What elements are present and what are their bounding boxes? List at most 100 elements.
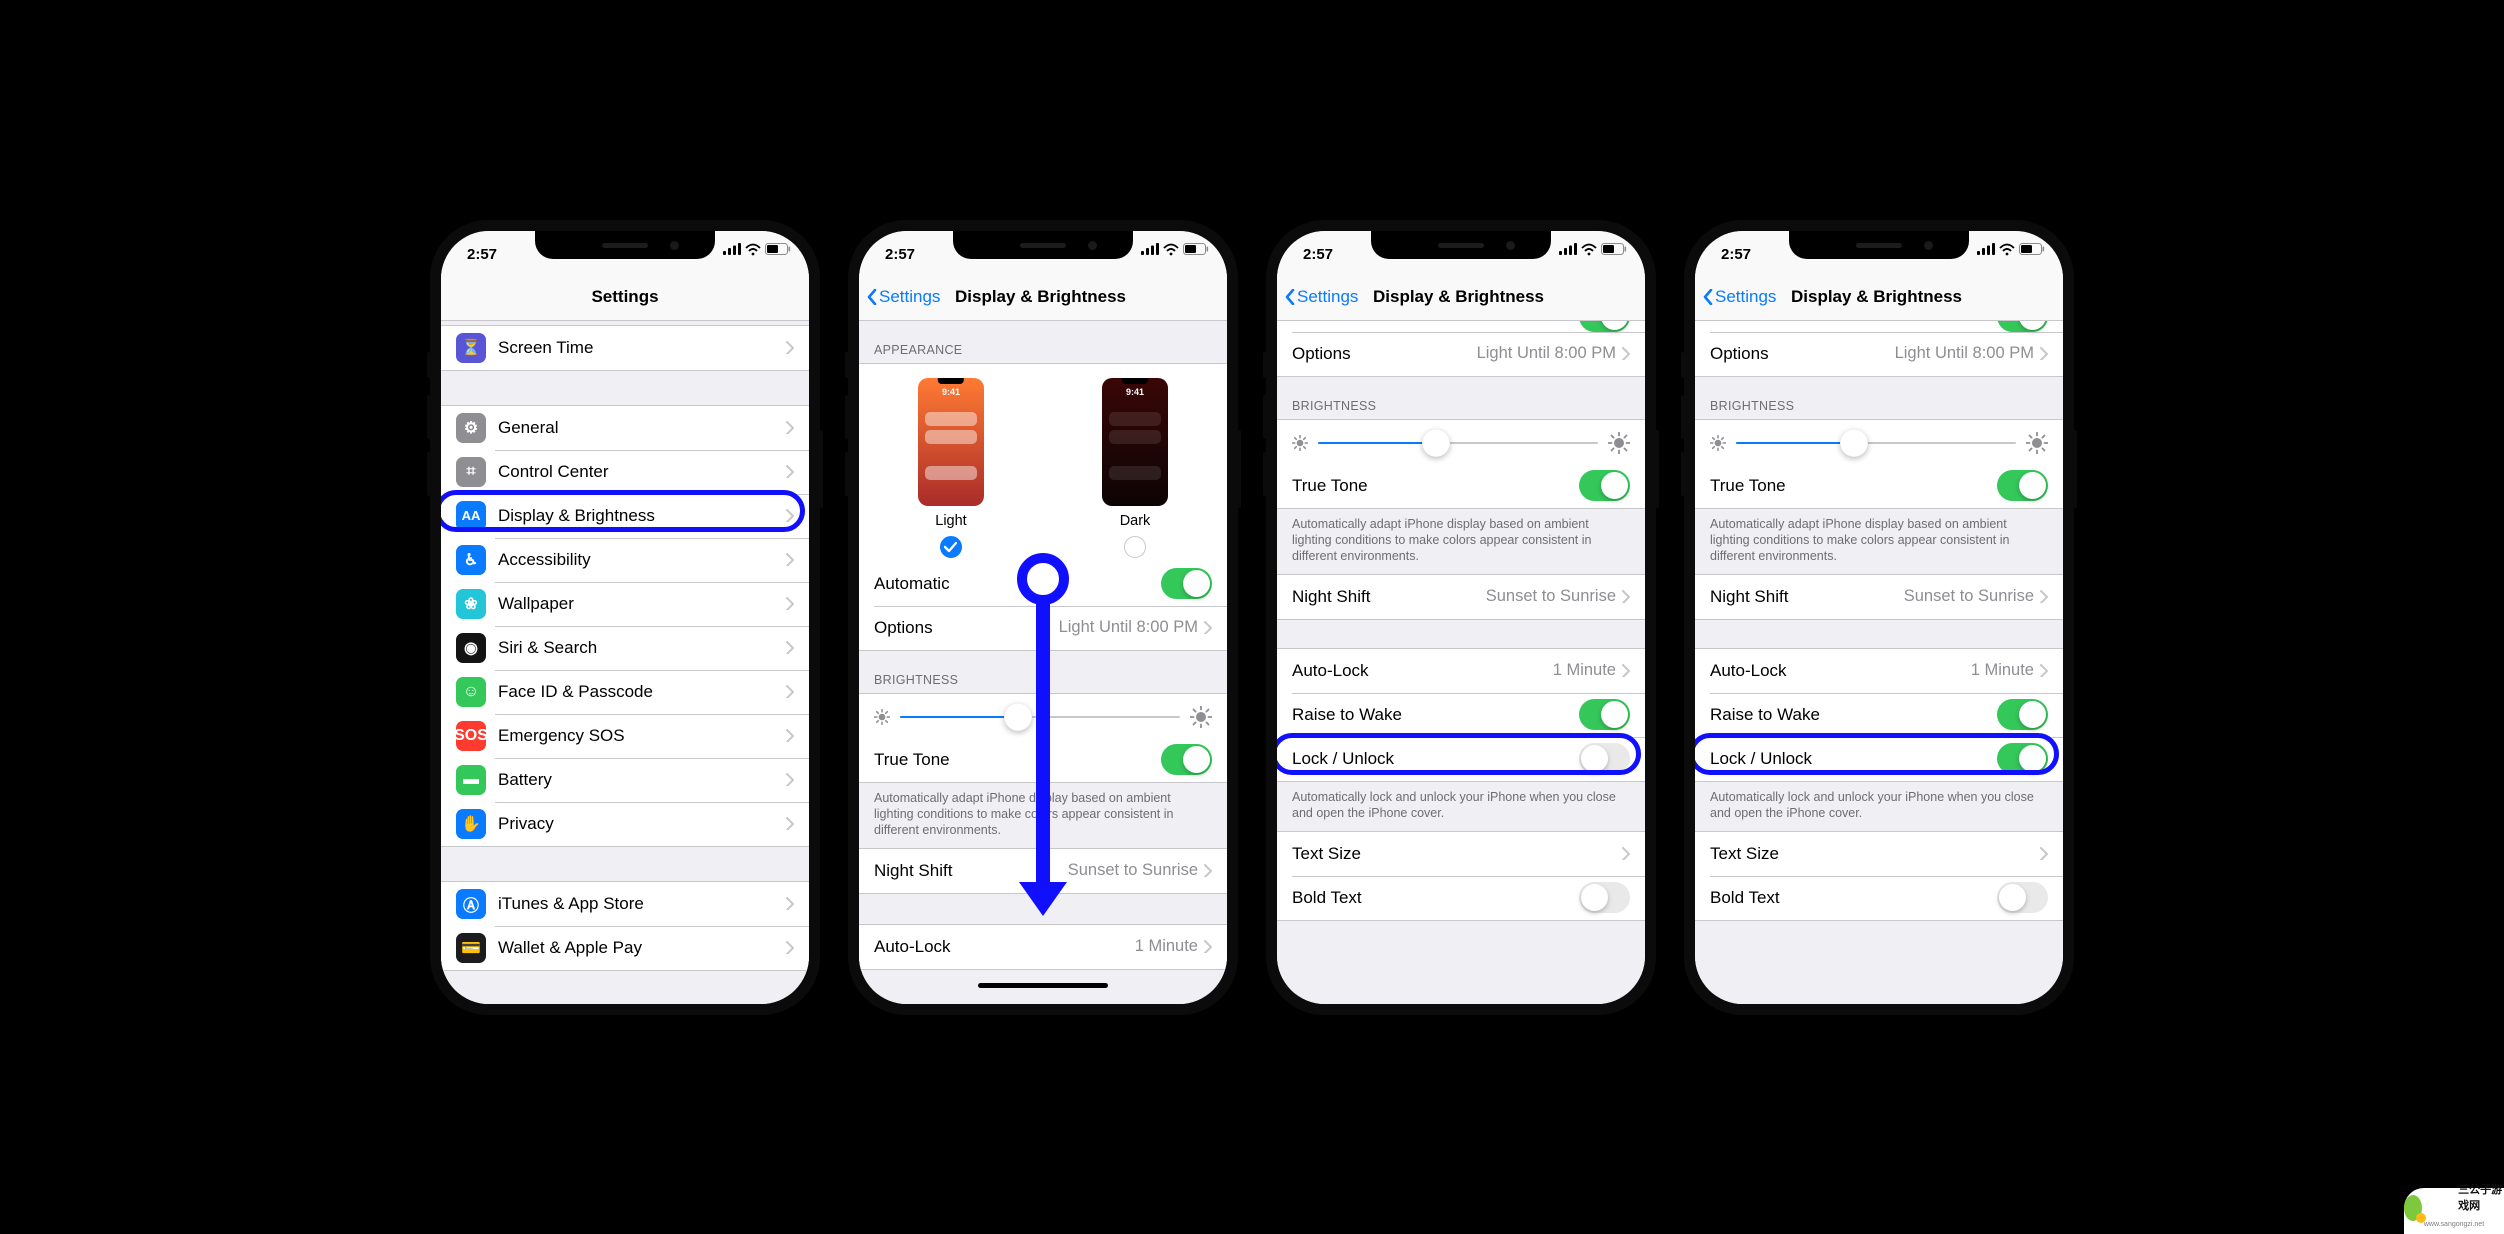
bold-text-row[interactable]: Bold Text — [1695, 876, 2063, 920]
lock-unlock-row[interactable]: Lock / Unlock — [1277, 737, 1645, 781]
automatic-row-peek[interactable] — [1695, 321, 2063, 332]
brightness-thumb[interactable] — [1840, 429, 1868, 457]
bold-text-toggle[interactable] — [1997, 882, 2048, 913]
true-tone-row[interactable]: True Tone — [859, 738, 1227, 782]
true-tone-toggle[interactable] — [1579, 470, 1630, 501]
brightness-header: BRIGHTNESS — [1277, 377, 1645, 419]
settings-row-label: Emergency SOS — [498, 726, 780, 746]
settings-list[interactable]: ⏳Screen Time ⚙︎General⌗Control CenterAADi… — [441, 321, 809, 1004]
automatic-toggle[interactable] — [1997, 321, 2048, 332]
screen-time-icon: ⏳ — [456, 333, 486, 363]
night-shift-row[interactable]: Night Shift Sunset to Sunrise — [859, 849, 1227, 893]
options-row[interactable]: Options Light Until 8:00 PM — [859, 606, 1227, 650]
lock-unlock-footer: Automatically lock and unlock your iPhon… — [1277, 782, 1645, 831]
settings-row-battery[interactable]: ▬Battery — [441, 758, 809, 802]
raise-to-wake-row[interactable]: Raise to Wake — [1277, 693, 1645, 737]
automatic-row-peek[interactable] — [1277, 321, 1645, 332]
brightness-slider[interactable] — [1736, 442, 2016, 444]
settings-row-itunes[interactable]: ⒶiTunes & App Store — [441, 882, 809, 926]
lock-unlock-row[interactable]: Lock / Unlock — [1695, 737, 2063, 781]
sun-bright-icon — [1608, 432, 1630, 454]
settings-row-sos[interactable]: SOS Emergency SOS — [441, 714, 809, 758]
autolock-row[interactable]: Auto-Lock 1 Minute — [859, 925, 1227, 969]
bold-text-row[interactable]: Bold Text — [1277, 876, 1645, 920]
control-center-icon: ⌗ — [456, 457, 486, 487]
nav-bar: Settings Display & Brightness — [859, 275, 1227, 321]
cellular-icon — [723, 243, 741, 255]
autolock-row[interactable]: Auto-Lock 1 Minute — [1695, 649, 2063, 693]
appearance-light-option[interactable]: 9:41 Light — [918, 378, 984, 558]
chevron-right-icon — [1622, 664, 1630, 677]
nav-title: Settings — [441, 287, 809, 307]
wifi-icon — [1581, 243, 1597, 256]
settings-row-screen-time[interactable]: ⏳Screen Time — [441, 326, 809, 370]
back-button[interactable]: Settings — [859, 287, 940, 307]
settings-row-display-brightness[interactable]: AADisplay & Brightness — [441, 494, 809, 538]
lock-unlock-toggle[interactable] — [1997, 743, 2048, 774]
status-time: 2:57 — [1721, 246, 1751, 263]
automatic-row[interactable]: Automatic — [859, 562, 1227, 606]
back-button[interactable]: Settings — [1695, 287, 1776, 307]
chevron-right-icon — [1622, 847, 1630, 860]
settings-row-label: Accessibility — [498, 550, 780, 570]
automatic-toggle[interactable] — [1579, 321, 1630, 332]
settings-row-siri[interactable]: ◉Siri & Search — [441, 626, 809, 670]
true-tone-toggle[interactable] — [1161, 744, 1212, 775]
light-radio[interactable] — [940, 536, 962, 558]
settings-row-faceid[interactable]: ☺Face ID & Passcode — [441, 670, 809, 714]
settings-row-general[interactable]: ⚙︎General — [441, 406, 809, 450]
chevron-right-icon — [786, 421, 794, 434]
autolock-row[interactable]: Auto-Lock 1 Minute — [1277, 649, 1645, 693]
brightness-slider-row — [859, 694, 1227, 738]
chevron-right-icon — [786, 641, 794, 654]
brightness-thumb[interactable] — [1004, 703, 1032, 731]
settings-row-wallet[interactable]: 💳Wallet & Apple Pay — [441, 926, 809, 970]
night-shift-row[interactable]: Night Shift Sunset to Sunrise — [1277, 575, 1645, 619]
chevron-right-icon — [786, 897, 794, 910]
true-tone-row[interactable]: True Tone — [1277, 464, 1645, 508]
true-tone-row[interactable]: True Tone — [1695, 464, 2063, 508]
settings-row-control-center[interactable]: ⌗Control Center — [441, 450, 809, 494]
brightness-header: BRIGHTNESS — [859, 651, 1227, 693]
night-shift-row[interactable]: Night Shift Sunset to Sunrise — [1695, 575, 2063, 619]
display-brightness-list[interactable]: Options Light Until 8:00 PM BRIGHTNESS T… — [1277, 321, 1645, 1004]
true-tone-toggle[interactable] — [1997, 470, 2048, 501]
lock-unlock-toggle[interactable] — [1579, 743, 1630, 774]
display-brightness-list[interactable]: APPEARANCE 9:41 Light — [859, 321, 1227, 1004]
text-size-row[interactable]: Text Size — [1695, 832, 2063, 876]
brightness-slider[interactable] — [900, 716, 1180, 718]
dark-radio[interactable] — [1124, 536, 1146, 558]
appearance-dark-option[interactable]: 9:41 Dark — [1102, 378, 1168, 558]
phone-2: 2:57 Settings Display & Brightness APPEA… — [848, 220, 1238, 1015]
settings-row-label: Privacy — [498, 814, 780, 834]
sos-icon: SOS — [456, 721, 486, 751]
true-tone-footer: Automatically adapt iPhone display based… — [859, 783, 1227, 848]
settings-row-wallpaper[interactable]: ❀Wallpaper — [441, 582, 809, 626]
brightness-slider[interactable] — [1318, 442, 1598, 444]
raise-to-wake-row[interactable]: Raise to Wake — [1695, 693, 2063, 737]
display-brightness-list[interactable]: Options Light Until 8:00 PM BRIGHTNESS T… — [1695, 321, 2063, 1004]
text-size-row[interactable]: Text Size — [1277, 832, 1645, 876]
raise-to-wake-toggle[interactable] — [1579, 699, 1630, 730]
privacy-icon: ✋ — [456, 809, 486, 839]
phone-1: 2:57 Settings ⏳Screen Time⚙︎General⌗Cont… — [430, 220, 820, 1015]
siri-icon: ◉ — [456, 633, 486, 663]
back-button[interactable]: Settings — [1277, 287, 1358, 307]
wifi-icon — [1163, 243, 1179, 256]
cellular-icon — [1141, 243, 1159, 255]
faceid-icon: ☺ — [456, 677, 486, 707]
dark-preview-thumb: 9:41 — [1102, 378, 1168, 506]
automatic-toggle[interactable] — [1161, 568, 1212, 599]
sun-dim-icon — [1292, 435, 1308, 451]
raise-to-wake-toggle[interactable] — [1997, 699, 2048, 730]
options-row[interactable]: Options Light Until 8:00 PM — [1695, 332, 2063, 376]
options-row[interactable]: Options Light Until 8:00 PM — [1277, 332, 1645, 376]
nav-bar: Settings Display & Brightness — [1695, 275, 2063, 321]
settings-row-accessibility[interactable]: ♿︎Accessibility — [441, 538, 809, 582]
bold-text-toggle[interactable] — [1579, 882, 1630, 913]
settings-row-label: iTunes & App Store — [498, 894, 780, 914]
settings-row-privacy[interactable]: ✋ Privacy — [441, 802, 809, 846]
chevron-right-icon — [786, 941, 794, 954]
cellular-icon — [1977, 243, 1995, 255]
brightness-thumb[interactable] — [1422, 429, 1450, 457]
